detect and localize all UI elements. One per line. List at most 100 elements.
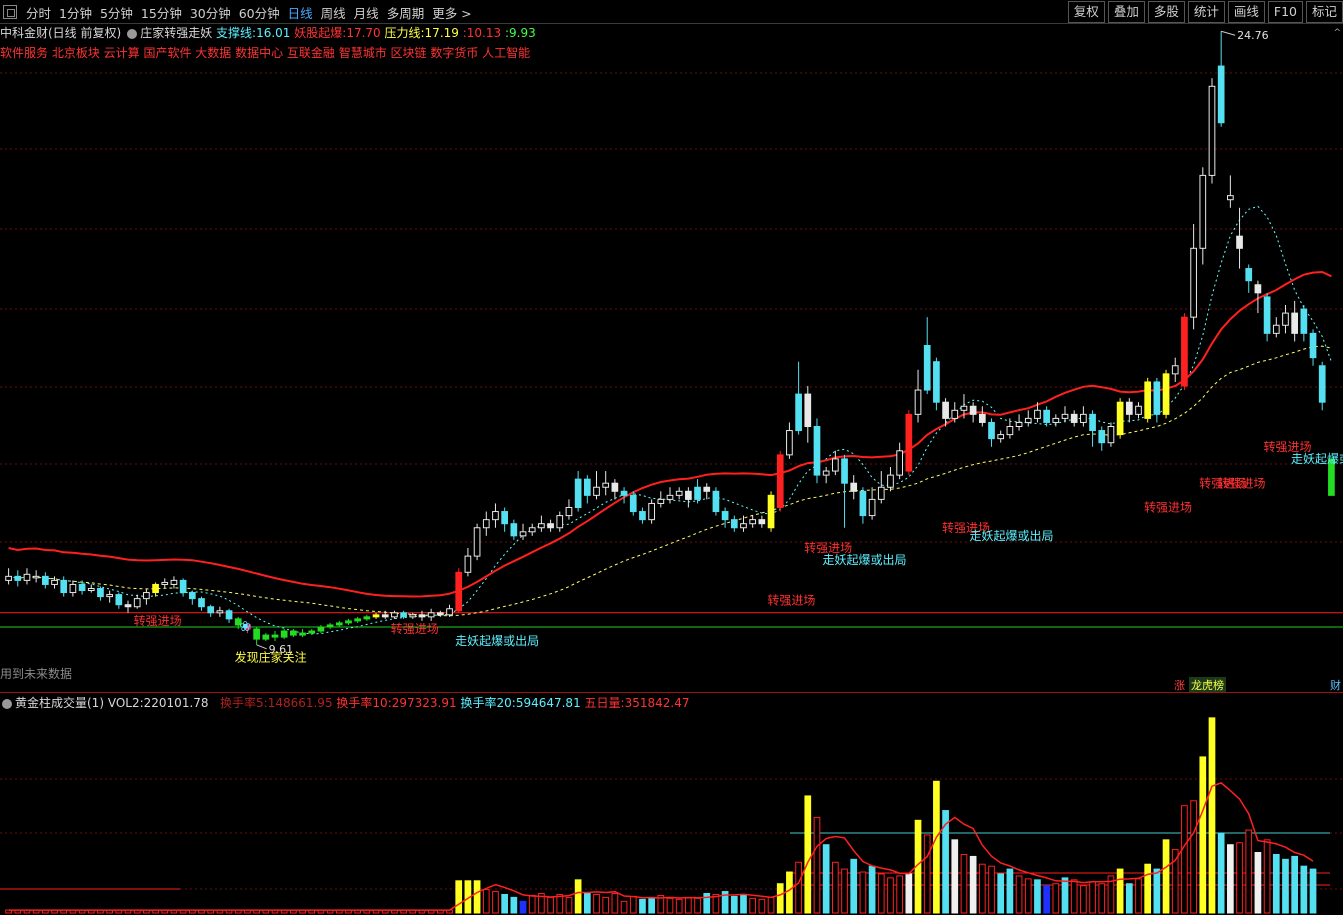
volume-bar xyxy=(574,879,582,914)
finance-badge[interactable]: 财 xyxy=(1328,677,1343,693)
period-tab-8[interactable]: 月线 xyxy=(350,3,383,22)
volume-bar xyxy=(877,873,885,914)
candle-body xyxy=(354,618,362,622)
period-tab-0[interactable]: 分时 xyxy=(22,3,55,22)
candle-body xyxy=(951,409,959,419)
candle-body xyxy=(1144,381,1152,419)
volume-bar xyxy=(583,892,591,914)
volume-bar xyxy=(1217,832,1225,914)
candle-body xyxy=(1254,284,1262,294)
candle-body xyxy=(602,482,610,488)
period-tab-4[interactable]: 30分钟 xyxy=(186,3,235,22)
volume-bar xyxy=(1015,875,1023,914)
future-data-note: 用到未来数据 xyxy=(0,667,73,681)
volume-bar xyxy=(1098,883,1106,914)
candle-body xyxy=(657,498,665,504)
tool-button-6[interactable]: 标记 xyxy=(1305,1,1343,23)
volume-bar xyxy=(547,896,554,914)
rank-badge[interactable]: 龙虎榜 xyxy=(1189,677,1226,693)
volume-bar xyxy=(611,892,619,914)
volume-bar xyxy=(648,896,655,914)
volume-bar xyxy=(501,893,508,914)
volume-bar xyxy=(749,897,757,914)
volume-bar xyxy=(1153,868,1161,914)
volume-bar xyxy=(730,895,738,914)
candle-body xyxy=(1089,413,1096,432)
max-price-label: 24.76 xyxy=(1237,29,1269,42)
volume-bar xyxy=(1245,829,1253,914)
candle-body xyxy=(1282,312,1289,326)
period-tab-9[interactable]: 多周期 xyxy=(383,3,429,22)
candle-body xyxy=(721,511,729,521)
candle-body xyxy=(675,490,683,496)
candle-body xyxy=(1162,373,1170,415)
candle-body xyxy=(78,583,86,592)
volume-bar xyxy=(1034,879,1041,914)
volume-chart[interactable] xyxy=(0,693,1343,915)
candle-body xyxy=(317,626,325,632)
candle-body xyxy=(115,594,123,606)
up-badge[interactable]: 涨 xyxy=(1172,677,1187,693)
tool-button-0[interactable]: 复权 xyxy=(1067,1,1105,23)
volume-bar xyxy=(1061,877,1069,914)
window-menu-icon[interactable] xyxy=(3,5,17,19)
period-tab-2[interactable]: 5分钟 xyxy=(96,3,137,22)
candle-body xyxy=(914,389,922,415)
candle-body xyxy=(978,413,986,423)
volume-bar xyxy=(492,891,499,914)
candle-body xyxy=(593,486,600,496)
volume-bar xyxy=(969,855,977,914)
candle-body xyxy=(565,507,573,517)
signal-label: 走妖起爆或出局 xyxy=(823,553,907,567)
candle-body xyxy=(1217,65,1225,124)
volume-bar xyxy=(629,895,637,914)
candle-body xyxy=(694,486,701,500)
candle-body xyxy=(740,523,747,529)
volume-bar xyxy=(703,892,711,914)
volume-bar xyxy=(740,894,747,914)
tool-button-3[interactable]: 统计 xyxy=(1187,1,1225,23)
volume-bar xyxy=(933,780,940,914)
volume-bar xyxy=(795,861,802,914)
period-tab-3[interactable]: 15分钟 xyxy=(137,3,186,22)
candle-body xyxy=(933,361,940,403)
volume-bar xyxy=(639,898,646,914)
period-tab-5[interactable]: 60分钟 xyxy=(235,3,284,22)
candle-body xyxy=(942,401,949,419)
candle-body xyxy=(519,531,527,537)
candle-body xyxy=(841,458,848,484)
candle-body xyxy=(1236,235,1243,249)
candle-body xyxy=(124,604,132,608)
tool-button-1[interactable]: 叠加 xyxy=(1107,1,1145,23)
period-tab-7[interactable]: 周线 xyxy=(317,3,350,22)
volume-bar xyxy=(1272,853,1280,914)
candle-body xyxy=(639,511,646,521)
candle-body xyxy=(538,523,545,529)
candle-body xyxy=(290,630,297,636)
candle-body xyxy=(5,575,12,581)
volume-bar xyxy=(666,897,674,914)
candle-body xyxy=(758,519,766,525)
tool-button-5[interactable]: F10 xyxy=(1267,1,1303,23)
candle-body xyxy=(1070,413,1078,423)
candle-body xyxy=(1098,430,1106,444)
volume-bar xyxy=(896,875,904,914)
volume-bar xyxy=(1089,881,1096,914)
price-chart[interactable]: 24.769.61❀转强进场发现庄家关注转强进场走妖起爆或出局转强进场转强进场走… xyxy=(0,24,1343,664)
candle-body xyxy=(749,519,757,525)
period-tabs: 分时 1分钟 5分钟 15分钟 30分钟 60分钟 日线 周线 月线 多周期 更多 > xyxy=(22,0,476,24)
period-tab-10[interactable]: 更多 > xyxy=(428,3,475,22)
period-tab-6[interactable]: 日线 xyxy=(284,3,317,22)
volume-bar xyxy=(1227,844,1234,914)
candle-body xyxy=(776,454,784,509)
candle-body xyxy=(1116,401,1124,436)
candle-body xyxy=(1135,405,1142,415)
candle-body xyxy=(1052,417,1060,423)
tool-button-4[interactable]: 画线 xyxy=(1227,1,1265,23)
candle-body xyxy=(409,614,417,618)
volume-bar xyxy=(1052,883,1060,914)
candle-body xyxy=(620,490,628,496)
tool-button-2[interactable]: 多股 xyxy=(1147,1,1185,23)
candle-body xyxy=(345,620,352,624)
period-tab-1[interactable]: 1分钟 xyxy=(55,3,96,22)
